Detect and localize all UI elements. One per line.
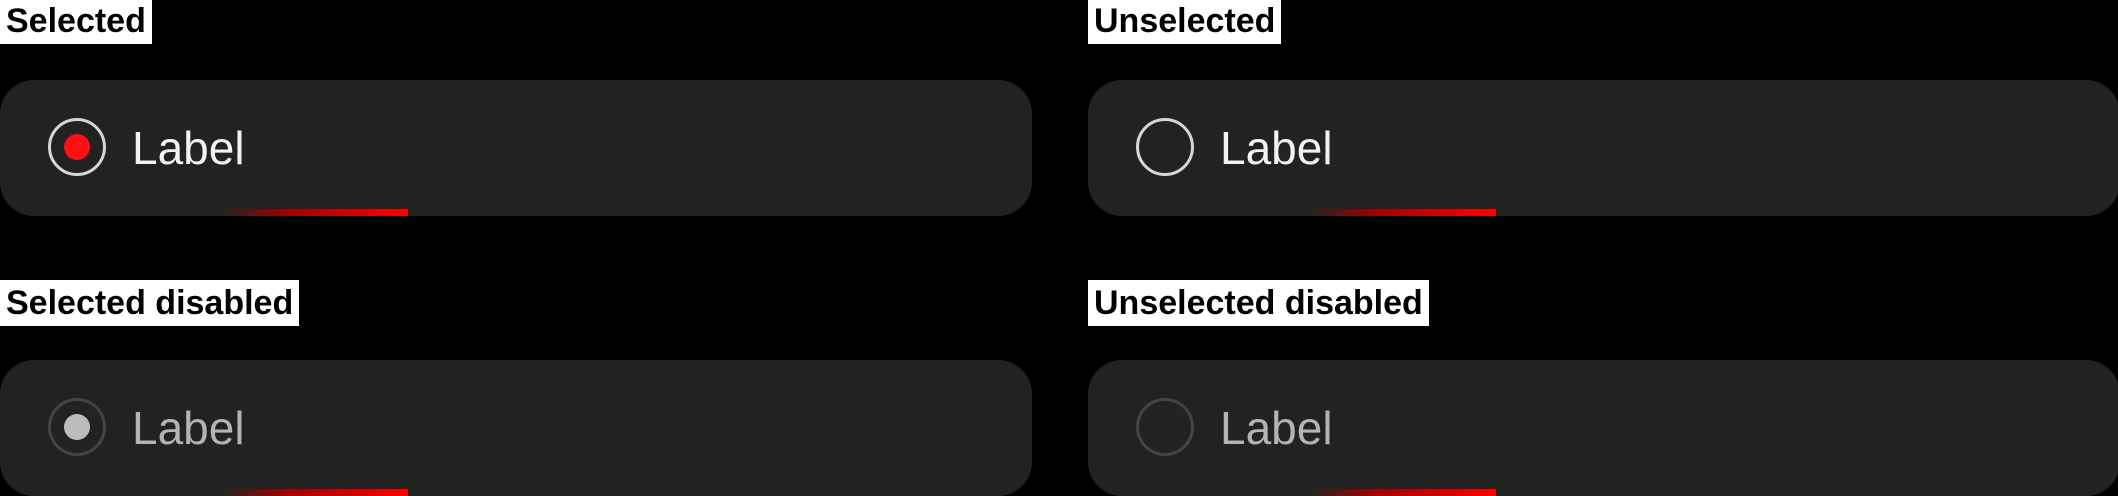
radio-label: Label	[132, 122, 245, 174]
radio-label: Label	[1220, 122, 1333, 174]
variant-title: Unselected disabled	[1088, 280, 1429, 326]
radio-button-checked[interactable]	[48, 118, 106, 176]
focus-indicator	[1310, 489, 1496, 496]
radio-card-selected[interactable]: Label	[0, 80, 1032, 216]
radio-button-unchecked[interactable]	[1136, 118, 1194, 176]
variant-title: Selected	[0, 0, 152, 44]
radio-dot-icon	[64, 414, 90, 440]
variant-title: Unselected	[1088, 0, 1282, 44]
variant-selected: Selected Label	[0, 0, 1032, 216]
radio-button-unchecked-disabled	[1136, 398, 1194, 456]
variant-selected-disabled: Selected disabled Label	[0, 280, 1032, 496]
focus-indicator	[222, 489, 408, 496]
focus-indicator	[1310, 209, 1496, 216]
variant-title: Selected disabled	[0, 280, 300, 326]
radio-dot-icon	[64, 134, 90, 160]
radio-button-checked-disabled	[48, 398, 106, 456]
radio-label: Label	[1220, 402, 1333, 454]
focus-indicator	[222, 209, 408, 216]
variant-unselected: Unselected Label	[1088, 0, 2118, 216]
radio-card-unselected-disabled: Label	[1088, 360, 2118, 496]
radio-card-selected-disabled: Label	[0, 360, 1032, 496]
radio-label: Label	[132, 402, 245, 454]
variant-unselected-disabled: Unselected disabled Label	[1088, 280, 2118, 496]
radio-card-unselected[interactable]: Label	[1088, 80, 2118, 216]
